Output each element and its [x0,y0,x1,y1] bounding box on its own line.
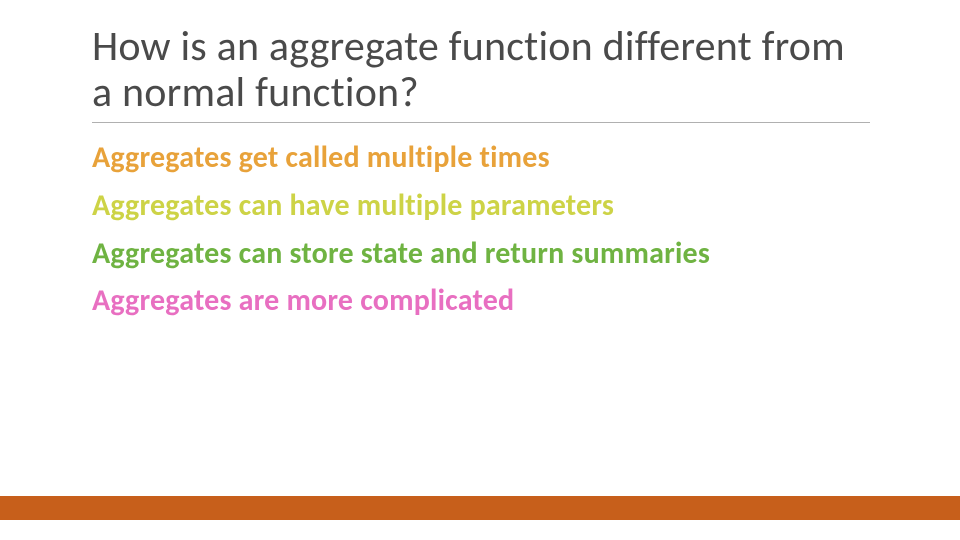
bullet-point: Aggregates can store state and return su… [92,237,712,271]
bullet-point: Aggregates get called multiple times [92,141,712,175]
slide-title: How is an aggregate function different f… [92,24,870,123]
bullet-point: Aggregates are more complicated [92,284,712,318]
footer-accent-bar [0,496,960,520]
slide: How is an aggregate function different f… [0,0,960,540]
slide-body: Aggregates get called multiple times Agg… [92,141,870,317]
bullet-point: Aggregates can have multiple parameters [92,189,712,223]
